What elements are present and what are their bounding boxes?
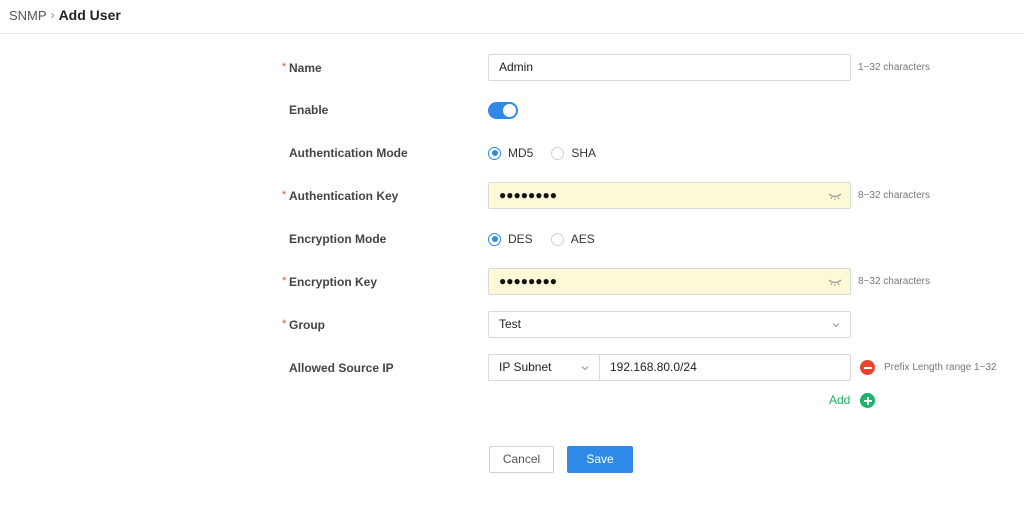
auth-key-row: * Authentication Key ●●●●●●●● 8~32 chara… [0, 181, 1024, 211]
breadcrumb-separator-icon: › [50, 8, 55, 22]
radio-unchecked-icon [551, 146, 565, 160]
source-ip-type-value: IP Subnet [499, 360, 552, 374]
eye-closed-icon[interactable] [828, 189, 842, 201]
enable-toggle[interactable] [488, 102, 518, 119]
source-ip-row: Allowed Source IP IP Subnet 192.168.80.0… [0, 353, 1024, 383]
add-circle-icon[interactable] [860, 393, 875, 408]
required-marker: * [282, 61, 287, 73]
enable-label: Enable [289, 103, 329, 117]
radio-unchecked-icon [550, 232, 564, 246]
enable-row: Enable [0, 95, 1024, 125]
group-select[interactable]: Test [488, 311, 851, 338]
enc-key-label: Encryption Key [289, 275, 378, 289]
enc-key-input[interactable]: ●●●●●●●● [488, 268, 851, 295]
chevron-down-icon [581, 366, 589, 371]
auth-mode-md5-radio[interactable]: MD5 [488, 146, 533, 160]
source-ip-type-select[interactable]: IP Subnet [488, 354, 600, 381]
radio-checked-icon [488, 146, 501, 160]
required-marker: * [282, 318, 287, 330]
source-ip-hint: Prefix Length range 1~32 [884, 362, 997, 373]
name-label: Name [289, 61, 322, 75]
radio-label-md5: MD5 [508, 146, 534, 160]
radio-label-sha: SHA [571, 146, 597, 160]
source-ip-label: Allowed Source IP [289, 361, 394, 375]
group-label: Group [289, 318, 325, 332]
required-marker: * [282, 189, 287, 201]
name-row: * Name Admin 1~32 characters [0, 53, 1024, 83]
enc-key-row: * Encryption Key ●●●●●●●● 8~32 character… [0, 267, 1024, 297]
enc-mode-radio-group: DES AES [488, 224, 613, 254]
auth-key-input[interactable]: ●●●●●●●● [488, 182, 851, 209]
breadcrumb: SNMP › Add User [9, 6, 121, 24]
name-input[interactable]: Admin [488, 54, 851, 81]
auth-mode-radio-group: MD5 SHA [488, 138, 614, 168]
auth-key-masked-value: ●●●●●●●● [499, 188, 557, 202]
add-source-ip-link[interactable]: Add [829, 392, 850, 408]
remove-circle-icon[interactable] [860, 360, 875, 375]
page-title: Add User [58, 7, 121, 23]
header-divider [0, 33, 1024, 34]
group-selected-value: Test [499, 317, 522, 331]
name-hint: 1~32 characters [858, 62, 930, 73]
radio-label-des: DES [508, 232, 533, 246]
radio-label-aes: AES [570, 232, 595, 246]
group-row: * Group Test [0, 310, 1024, 340]
cancel-button[interactable]: Cancel [489, 446, 554, 473]
required-marker: * [282, 275, 287, 287]
enc-key-masked-value: ●●●●●●●● [499, 274, 557, 288]
eye-closed-icon[interactable] [828, 275, 842, 287]
auth-mode-sha-radio[interactable]: SHA [551, 146, 596, 160]
auth-key-label: Authentication Key [289, 189, 399, 203]
enc-mode-des-radio[interactable]: DES [488, 232, 533, 246]
radio-checked-icon [488, 232, 501, 246]
save-button[interactable]: Save [567, 446, 633, 473]
enc-key-hint: 8~32 characters [858, 276, 930, 287]
enc-mode-aes-radio[interactable]: AES [550, 232, 595, 246]
auth-mode-row: Authentication Mode MD5 SHA [0, 138, 1024, 168]
enc-mode-label: Encryption Mode [289, 232, 387, 246]
auth-mode-label: Authentication Mode [289, 146, 408, 160]
enc-mode-row: Encryption Mode DES AES [0, 224, 1024, 254]
auth-key-hint: 8~32 characters [858, 190, 930, 201]
source-ip-input[interactable]: 192.168.80.0/24 [599, 354, 851, 381]
breadcrumb-parent-snmp[interactable]: SNMP [9, 8, 47, 23]
toggle-knob [503, 104, 516, 117]
chevron-down-icon [832, 323, 840, 328]
